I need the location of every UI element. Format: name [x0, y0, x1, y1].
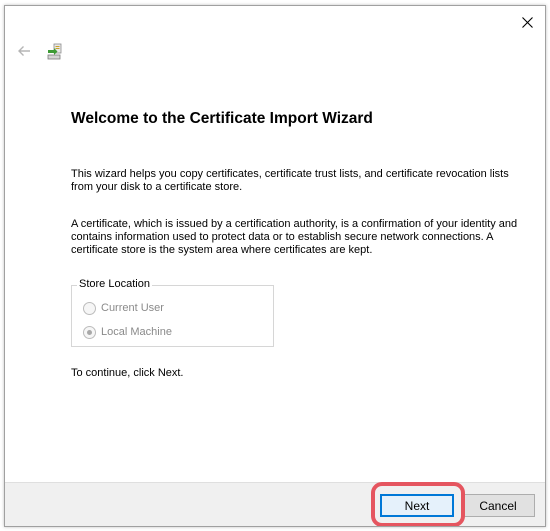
certificate-wizard-icon [47, 43, 62, 60]
store-location-label: Store Location [77, 278, 152, 290]
title-bar [5, 6, 545, 38]
wizard-description: This wizard helps you copy certificates,… [71, 168, 509, 193]
next-button[interactable]: Next [380, 494, 454, 517]
store-location-group: Store Location Current User Local Machin… [71, 278, 274, 347]
continue-instruction: To continue, click Next. [71, 367, 184, 379]
close-icon [521, 16, 533, 28]
local-machine-radio[interactable] [83, 325, 96, 339]
certificate-import-wizard-window: Welcome to the Certificate Import Wizard… [4, 5, 546, 527]
wizard-title: Welcome to the Certificate Import Wizard [71, 110, 373, 127]
back-button[interactable] [13, 40, 35, 62]
current-user-radio-option[interactable]: Current User [83, 300, 164, 316]
current-user-label: Current User [101, 302, 164, 314]
certificate-explanation: A certificate, which is issued by a cert… [71, 218, 518, 256]
close-button[interactable] [509, 6, 545, 38]
back-arrow-icon [18, 46, 30, 56]
navigation-row [5, 38, 545, 68]
local-machine-radio-option[interactable]: Local Machine [83, 324, 172, 340]
wizard-footer: Next Cancel [5, 482, 545, 526]
current-user-radio[interactable] [83, 301, 96, 315]
local-machine-label: Local Machine [101, 326, 172, 338]
cancel-button[interactable]: Cancel [461, 494, 535, 517]
